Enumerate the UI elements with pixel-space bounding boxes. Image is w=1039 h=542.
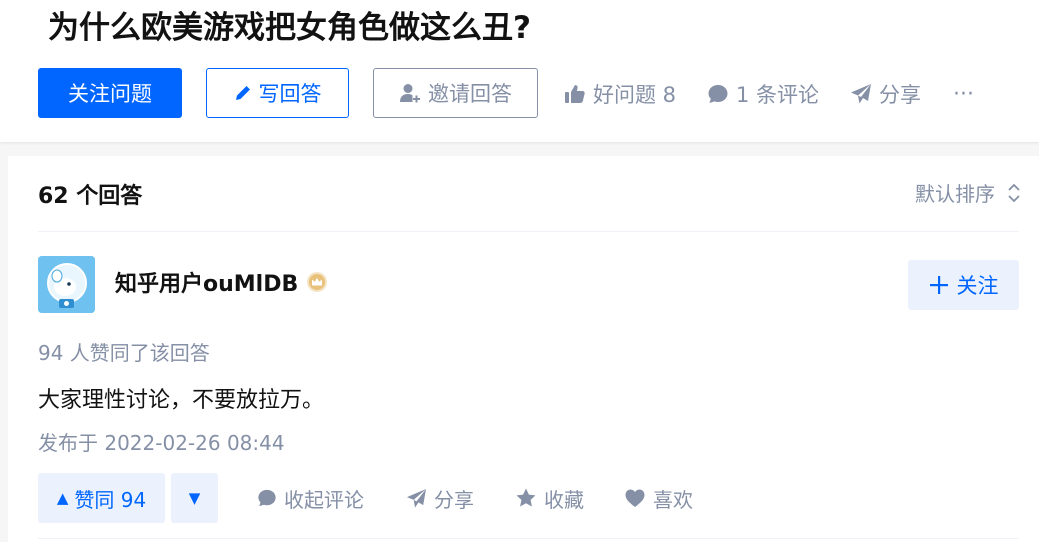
invite-user-icon [400,84,420,103]
upvote-arrow-icon: ▲ [56,489,69,507]
follow-question-button[interactable]: 关注问题 [38,68,182,118]
downvote-button[interactable]: ▼ [171,473,218,523]
downvote-arrow-icon: ▼ [188,489,201,507]
like-label: 喜欢 [653,487,693,512]
author-name-text: 知乎用户ouMlDB [115,272,299,297]
write-answer-label: 写回答 [258,82,322,106]
sort-arrows-icon [1008,183,1020,202]
share-question-label: 分享 [879,83,921,107]
collect-label: 收藏 [544,487,584,512]
share-question-button[interactable]: 分享 [850,76,921,112]
invite-answer-button[interactable]: 邀请回答 [373,68,538,118]
follow-author-button[interactable]: 关注 [908,260,1019,310]
upvote-label: 赞同 94 [74,487,147,512]
publish-time[interactable]: 发布于 2022-02-26 08:44 [38,427,285,456]
comments-label: 1 条评论 [736,83,820,107]
thumbs-up-icon [565,85,585,103]
divider [38,231,1019,232]
answer-list-card: 62 个回答 默认排序 知乎用户ouMlDB 关注 94 人赞同了该回答 大家理… [8,156,1039,542]
plus-icon [929,276,948,294]
paper-plane-icon [851,84,871,104]
collect-button[interactable]: 收藏 [515,480,584,516]
crown-badge-icon [307,272,328,292]
vote-summary: 94 人赞同了该回答 [38,341,210,365]
divider [38,538,1019,539]
sort-label: 默认排序 [915,182,995,206]
pencil-icon [235,86,250,100]
upvote-button[interactable]: ▲ 赞同 94 [38,473,165,523]
good-question-button[interactable]: 好问题 8 [564,76,676,112]
more-dots-icon[interactable]: ··· [953,76,974,112]
answer-count: 62 个回答 [38,184,143,209]
question-title: 为什么欧美游戏把女角色做这么丑? [48,10,531,46]
share-answer-label: 分享 [434,487,474,512]
sort-dropdown[interactable]: 默认排序 [915,178,1021,207]
comment-bubble-icon [708,85,728,103]
heart-icon [625,489,645,507]
author-name[interactable]: 知乎用户ouMlDB [115,266,328,298]
follow-author-label: 关注 [956,274,999,298]
answer-content: 大家理性讨论，不要放拉万。 [38,388,325,413]
collapse-comments-button[interactable]: 收起评论 [257,480,364,516]
write-answer-button[interactable]: 写回答 [206,68,349,118]
share-answer-button[interactable]: 分享 [406,480,474,516]
star-icon [516,488,536,507]
comments-button[interactable]: 1 条评论 [707,76,819,112]
avatar[interactable] [38,256,95,313]
comment-bubble-icon [258,489,276,507]
paper-plane-icon [406,488,427,508]
like-button[interactable]: 喜欢 [624,480,693,516]
invite-answer-label: 邀请回答 [428,82,512,106]
collapse-comments-label: 收起评论 [284,487,364,512]
good-question-label: 好问题 8 [593,83,677,107]
question-header: 为什么欧美游戏把女角色做这么丑? 关注问题 写回答 邀请回答 好问题 8 1 条… [0,0,1039,142]
